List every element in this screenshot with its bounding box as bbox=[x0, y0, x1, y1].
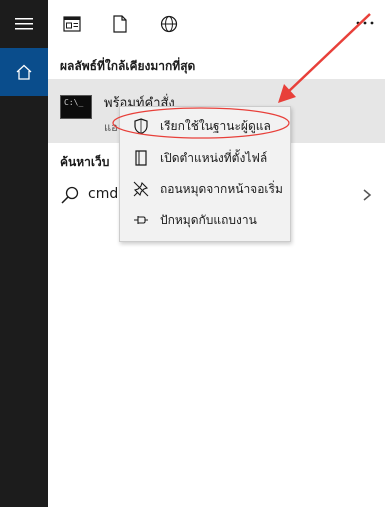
file-location-icon bbox=[132, 149, 150, 167]
web-button[interactable] bbox=[157, 12, 181, 36]
context-menu: เรียกใช้ในฐานะผู้ดูแล เปิดตำแหน่งที่ตั้ง… bbox=[119, 106, 291, 242]
unpin-icon bbox=[132, 180, 150, 198]
web-search-query: cmd bbox=[88, 186, 119, 202]
pin-to-taskbar-item[interactable]: ปักหมุดกับแถบงาน bbox=[120, 205, 290, 235]
apps-view-button[interactable] bbox=[60, 12, 84, 36]
left-rail bbox=[0, 0, 48, 507]
run-as-admin-item[interactable]: เรียกใช้ในฐานะผู้ดูแล bbox=[120, 111, 290, 141]
apps-view-icon bbox=[63, 16, 81, 32]
home-button[interactable] bbox=[0, 48, 48, 96]
pin-icon bbox=[132, 211, 150, 229]
chevron-right-icon[interactable] bbox=[361, 187, 373, 203]
open-file-location-label: เปิดตำแหน่งที่ตั้งไฟล์ bbox=[160, 150, 268, 165]
shield-icon bbox=[132, 117, 150, 135]
web-search-heading: ค้นหาเว็บ bbox=[60, 155, 110, 169]
pin-to-taskbar-label: ปักหมุดกับแถบงาน bbox=[160, 212, 257, 227]
unpin-from-start-item[interactable]: ถอนหมุดจากหน้าจอเริ่ม bbox=[120, 174, 290, 204]
menu-button[interactable] bbox=[0, 0, 48, 48]
search-panel: ผลลัพธ์ที่ใกล้เคียงมากที่สุด C:\_ พร้อมท… bbox=[48, 0, 385, 507]
more-options-button[interactable] bbox=[351, 12, 379, 32]
documents-button[interactable] bbox=[108, 12, 132, 36]
open-file-location-item[interactable]: เปิดตำแหน่งที่ตั้งไฟล์ bbox=[120, 143, 290, 173]
best-match-heading: ผลลัพธ์ที่ใกล้เคียงมากที่สุด bbox=[60, 59, 196, 73]
more-icon bbox=[356, 21, 374, 25]
command-prompt-icon: C:\_ bbox=[60, 95, 92, 119]
globe-icon bbox=[160, 15, 178, 33]
unpin-from-start-label: ถอนหมุดจากหน้าจอเริ่ม bbox=[160, 181, 283, 196]
topbar bbox=[48, 0, 385, 48]
document-icon bbox=[113, 15, 127, 33]
home-icon bbox=[16, 64, 32, 80]
search-icon bbox=[61, 186, 79, 204]
app-subtitle: แอ bbox=[104, 121, 118, 134]
hamburger-icon bbox=[15, 18, 33, 30]
run-as-admin-label: เรียกใช้ในฐานะผู้ดูแล bbox=[160, 118, 271, 133]
